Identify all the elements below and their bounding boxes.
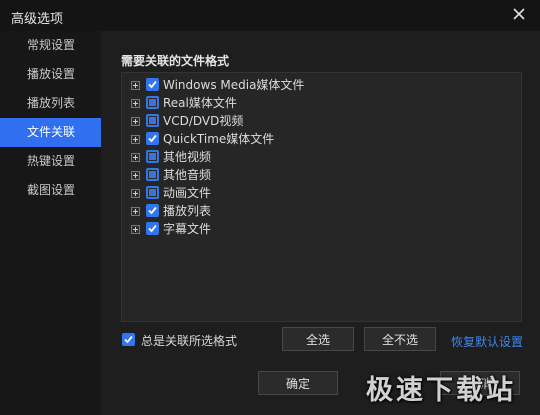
checkbox[interactable] — [146, 168, 159, 181]
format-label: 播放列表 — [163, 204, 212, 218]
section-title: 需要关联的文件格式 — [121, 54, 230, 68]
checkbox[interactable] — [146, 204, 159, 217]
format-label: Real媒体文件 — [163, 96, 237, 110]
sidebar-item-playlist[interactable]: 播放列表 — [0, 89, 101, 118]
expand-icon[interactable] — [131, 207, 140, 216]
format-label: 其他音频 — [163, 168, 212, 182]
close-icon[interactable] — [512, 7, 526, 21]
checkbox[interactable] — [146, 150, 159, 163]
format-label: 其他视频 — [163, 150, 212, 164]
sidebar-item-general[interactable]: 常规设置 — [0, 31, 101, 60]
expand-icon[interactable] — [131, 225, 140, 234]
checkbox[interactable] — [146, 96, 159, 109]
checkbox[interactable] — [146, 78, 159, 91]
expand-icon[interactable] — [131, 171, 140, 180]
tree-row[interactable]: Windows Media媒体文件 — [131, 76, 511, 94]
format-label: VCD/DVD视频 — [163, 114, 244, 128]
sidebar-item-playback[interactable]: 播放设置 — [0, 60, 101, 89]
checkbox[interactable] — [146, 132, 159, 145]
ok-button[interactable]: 确定 — [258, 371, 338, 395]
tree-row[interactable]: QuickTime媒体文件 — [131, 130, 511, 148]
format-label: Windows Media媒体文件 — [163, 78, 305, 92]
always-associate-label: 总是关联所选格式 — [141, 334, 238, 348]
restore-defaults-link[interactable]: 恢复默认设置 — [451, 333, 523, 350]
tree-row[interactable]: Real媒体文件 — [131, 94, 511, 112]
always-associate-checkbox[interactable] — [122, 333, 135, 346]
select-all-button[interactable]: 全选 — [282, 327, 354, 351]
tree-row[interactable]: 播放列表 — [131, 202, 511, 220]
watermark: 极速下载站 — [366, 375, 516, 406]
expand-icon[interactable] — [131, 189, 140, 198]
title-bar: 高级选项 — [0, 0, 540, 31]
format-label: QuickTime媒体文件 — [163, 132, 275, 146]
sidebar-item-file-association[interactable]: 文件关联 — [0, 118, 101, 147]
sidebar-item-screenshot[interactable]: 截图设置 — [0, 176, 101, 205]
select-none-button[interactable]: 全不选 — [364, 327, 436, 351]
expand-icon[interactable] — [131, 81, 140, 90]
sidebar: 常规设置 播放设置 播放列表 文件关联 热键设置 截图设置 — [0, 31, 101, 415]
format-label: 字幕文件 — [163, 222, 212, 236]
checkbox[interactable] — [146, 222, 159, 235]
tree-row[interactable]: 动画文件 — [131, 184, 511, 202]
expand-icon[interactable] — [131, 117, 140, 126]
format-tree: Windows Media媒体文件 Real媒体文件 VCD/DVD视频 Qui… — [121, 72, 522, 322]
tree-row[interactable]: 其他音频 — [131, 166, 511, 184]
checkbox[interactable] — [146, 186, 159, 199]
expand-icon[interactable] — [131, 99, 140, 108]
window-title: 高级选项 — [11, 12, 64, 27]
sidebar-item-hotkeys[interactable]: 热键设置 — [0, 147, 101, 176]
expand-icon[interactable] — [131, 153, 140, 162]
checkbox[interactable] — [146, 114, 159, 127]
tree-row[interactable]: VCD/DVD视频 — [131, 112, 511, 130]
tree-row[interactable]: 字幕文件 — [131, 220, 511, 238]
format-label: 动画文件 — [163, 186, 212, 200]
expand-icon[interactable] — [131, 135, 140, 144]
tree-row[interactable]: 其他视频 — [131, 148, 511, 166]
